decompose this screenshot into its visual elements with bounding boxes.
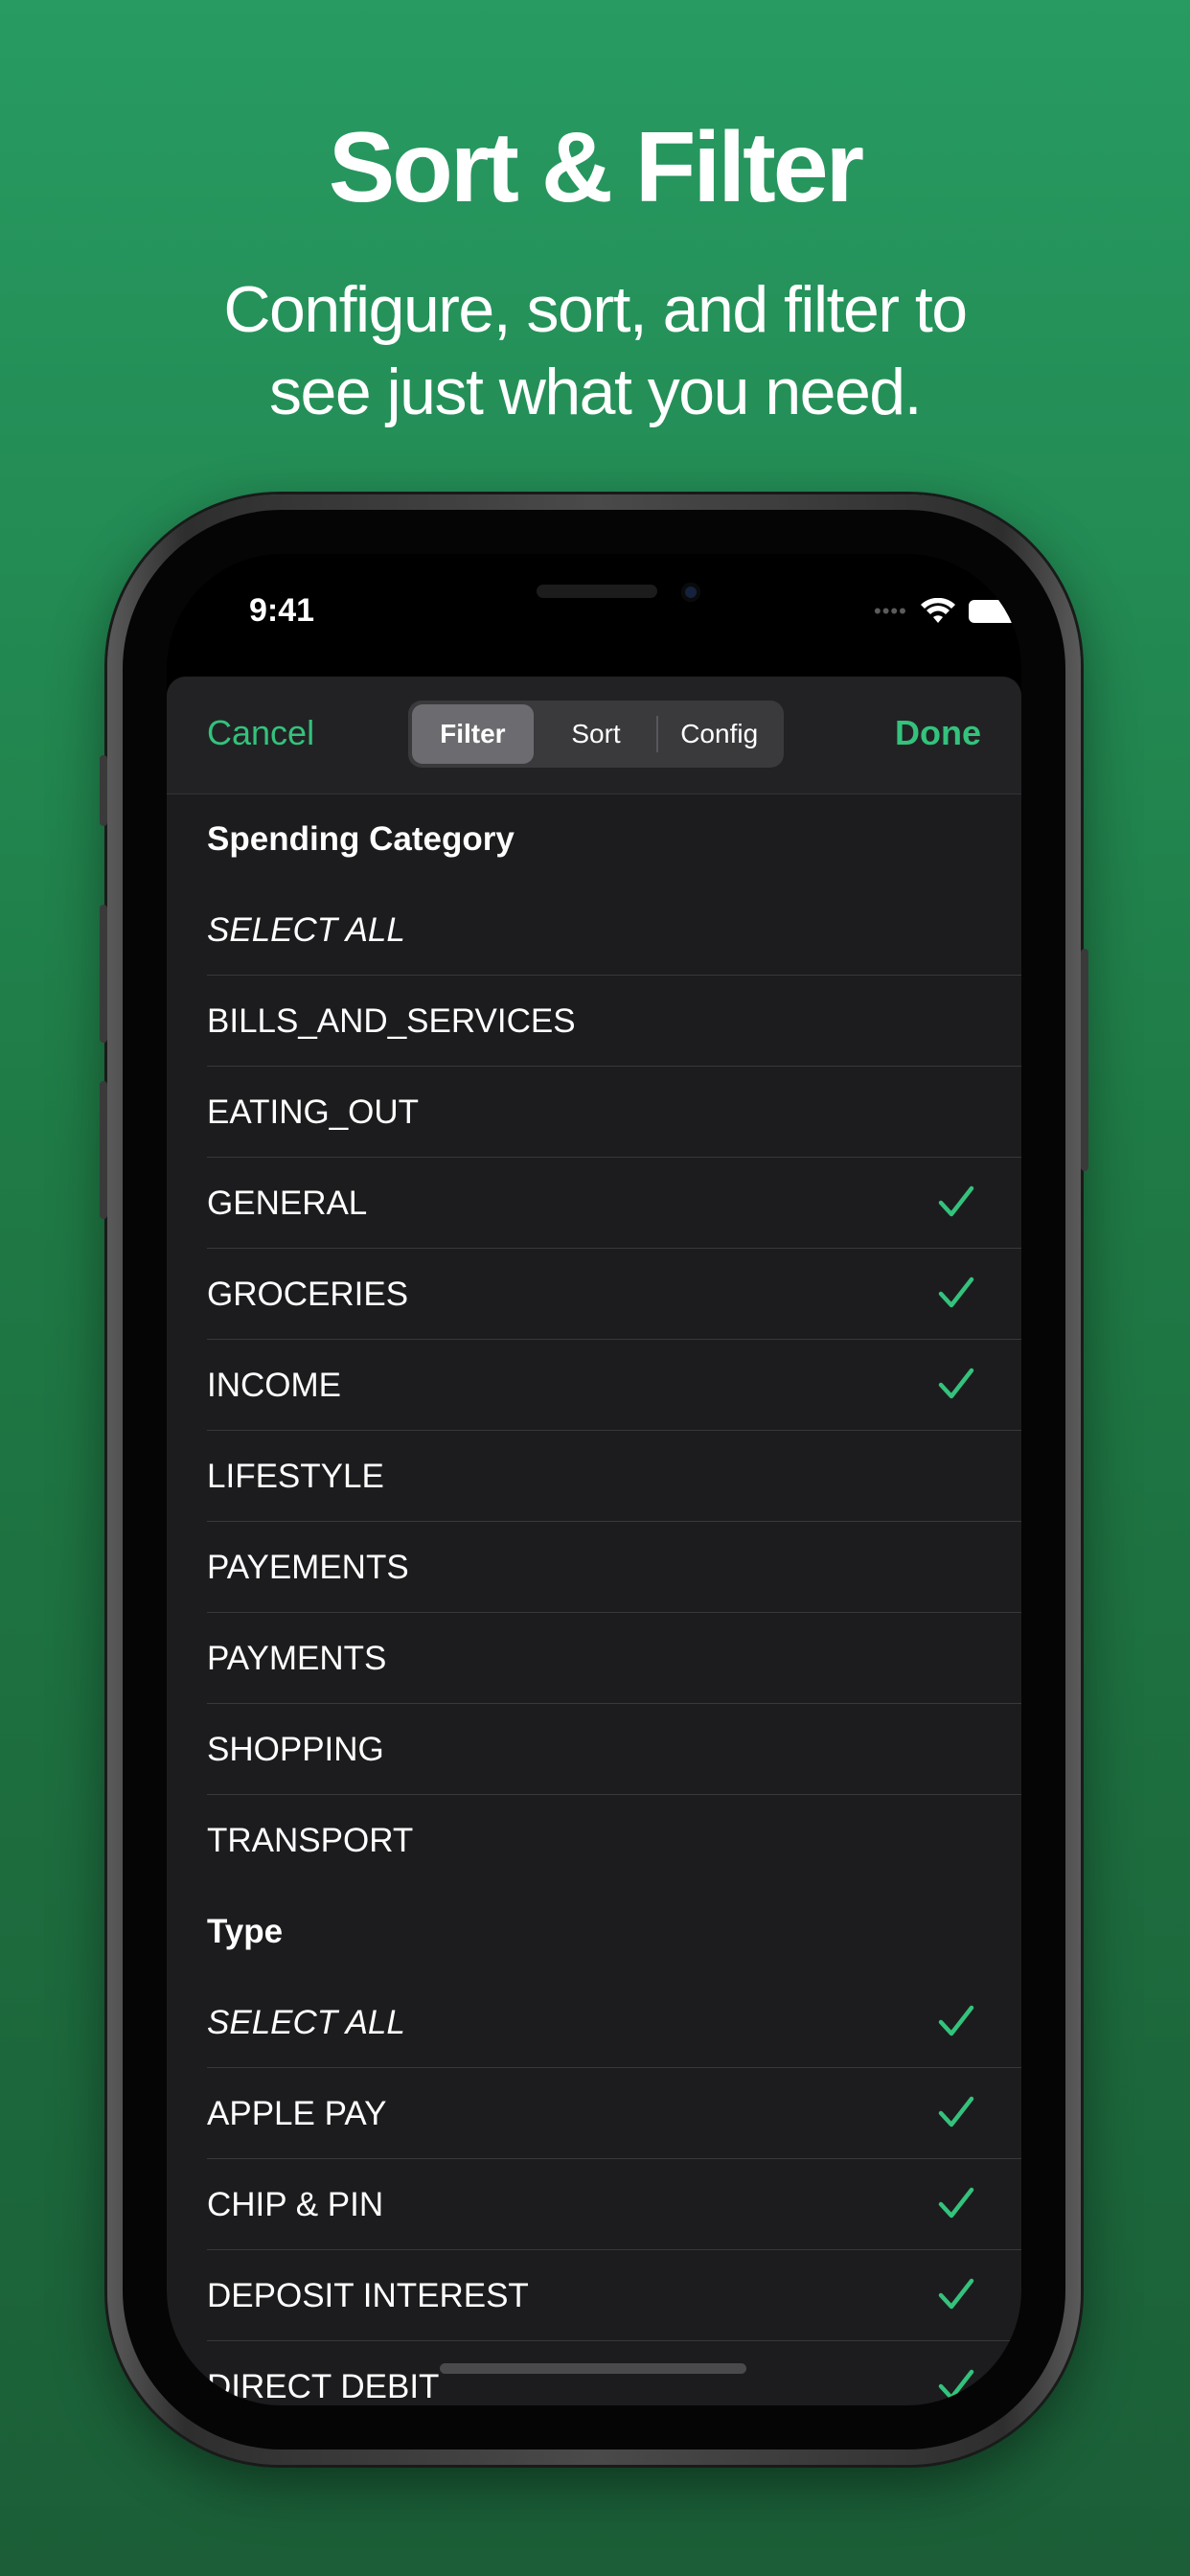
list-item-label: SELECT ALL xyxy=(207,2003,405,2041)
segment-filter[interactable]: Filter xyxy=(412,704,534,764)
list-item-label: DEPOSIT INTEREST xyxy=(207,2276,529,2314)
list-item-label: PAYMENTS xyxy=(207,1639,387,1677)
done-button[interactable]: Done xyxy=(895,713,981,753)
section-header: Type xyxy=(207,1912,284,1950)
cancel-button[interactable]: Cancel xyxy=(207,713,314,753)
list-item-label: SELECT ALL xyxy=(207,910,405,949)
list-item-label: LIFESTYLE xyxy=(207,1457,384,1495)
volume-down-button xyxy=(100,1081,107,1219)
list-item-label: GENERAL xyxy=(207,1184,368,1222)
list-item[interactable]: GROCERIES xyxy=(167,1249,1021,1340)
front-camera-icon xyxy=(681,583,700,602)
speaker-grille xyxy=(537,585,657,598)
promo-subheadline-line2: see just what you need. xyxy=(269,356,922,428)
list-item[interactable]: CHIP & PIN xyxy=(167,2159,1021,2250)
list-item[interactable]: INCOME xyxy=(167,1340,1021,1431)
battery-icon xyxy=(968,600,1021,623)
list-item[interactable]: PAYEMENTS xyxy=(167,1522,1021,1613)
promo-subheadline: Configure, sort, and filter to see just … xyxy=(0,268,1190,433)
promo-subheadline-line1: Configure, sort, and filter to xyxy=(223,273,968,346)
list-item[interactable]: BILLS_AND_SERVICES xyxy=(167,976,1021,1067)
list-item-label: PAYEMENTS xyxy=(207,1548,409,1586)
list-item[interactable]: SHOPPING xyxy=(167,1704,1021,1795)
device-screen: 9:41 •••• Cancel Filter Sort Config Done… xyxy=(167,554,1021,2405)
list-item[interactable]: TRANSPORT xyxy=(167,1795,1021,1886)
list-item-label: APPLE PAY xyxy=(207,2094,387,2132)
list-item[interactable]: DEPOSIT INTEREST xyxy=(167,2250,1021,2341)
filter-sheet: Cancel Filter Sort Config Done Spending … xyxy=(167,677,1021,2405)
section-header: Spending Category xyxy=(207,819,515,858)
wifi-icon xyxy=(920,598,955,623)
list-item-label: TRANSPORT xyxy=(207,1821,414,1859)
volume-up-button xyxy=(100,905,107,1043)
list-item[interactable]: GENERAL xyxy=(167,1158,1021,1249)
signal-icon: •••• xyxy=(874,599,907,623)
nav-bar: Cancel Filter Sort Config Done xyxy=(167,677,1021,794)
list-item-label: GROCERIES xyxy=(207,1275,409,1313)
checkmark-icon xyxy=(937,2368,975,2403)
checkmark-icon xyxy=(937,2186,975,2220)
notch xyxy=(363,554,825,636)
select-all-row[interactable]: SELECT ALL xyxy=(167,885,1021,976)
checkmark-icon xyxy=(937,1367,975,1401)
list-item-label: BILLS_AND_SERVICES xyxy=(207,1001,576,1040)
list-item-label: SHOPPING xyxy=(207,1730,384,1768)
home-indicator[interactable] xyxy=(440,2363,746,2374)
checkmark-icon xyxy=(937,1184,975,1219)
segmented-control: Filter Sort Config xyxy=(408,701,784,768)
list-item[interactable]: LIFESTYLE xyxy=(167,1431,1021,1522)
device-frame: 9:41 •••• Cancel Filter Sort Config Done… xyxy=(100,494,1088,2465)
list-item-label: EATING_OUT xyxy=(207,1092,420,1131)
mute-switch xyxy=(100,755,107,826)
segment-sort[interactable]: Sort xyxy=(536,704,657,764)
list-item[interactable]: PAYMENTS xyxy=(167,1613,1021,1704)
list-item[interactable]: APPLE PAY xyxy=(167,2068,1021,2159)
checkmark-icon xyxy=(937,2277,975,2312)
select-all-row[interactable]: SELECT ALL xyxy=(167,1977,1021,2068)
power-button xyxy=(1081,949,1088,1171)
list-item-label: DIRECT DEBIT xyxy=(207,2367,440,2405)
list-item[interactable]: EATING_OUT xyxy=(167,1067,1021,1158)
status-time: 9:41 xyxy=(249,592,315,629)
status-icons: •••• xyxy=(874,592,1021,631)
checkmark-icon xyxy=(937,1276,975,1310)
filter-list: Spending Category SELECT ALL BILLS_AND_SER… xyxy=(167,794,1021,2405)
list-item-label: CHIP & PIN xyxy=(207,2185,384,2223)
list-item-label: INCOME xyxy=(207,1366,341,1404)
segment-config[interactable]: Config xyxy=(658,704,780,764)
checkmark-icon xyxy=(937,2095,975,2129)
checkmark-icon xyxy=(937,2004,975,2038)
promo-headline: Sort & Filter xyxy=(328,112,864,223)
